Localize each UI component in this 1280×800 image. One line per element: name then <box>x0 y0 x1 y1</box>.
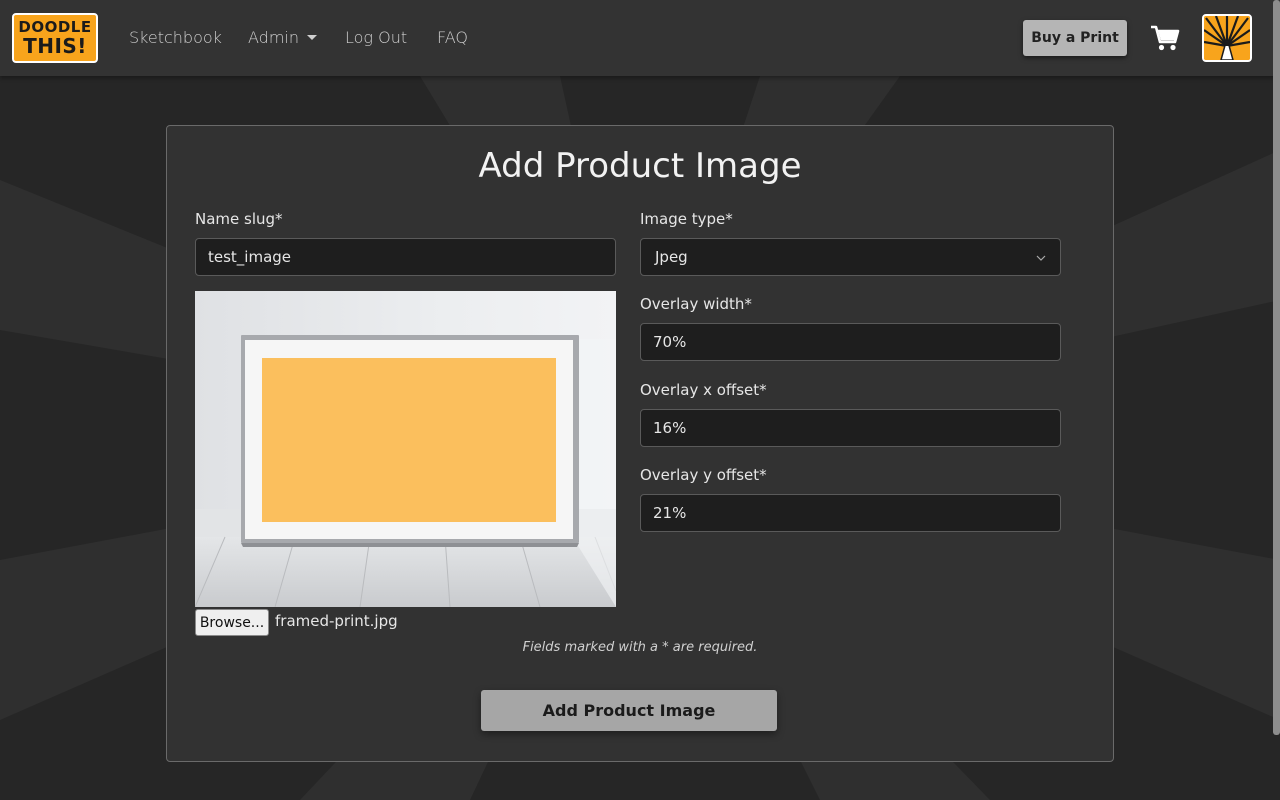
image-type-label: Image type* <box>640 210 733 228</box>
user-avatar[interactable] <box>1202 14 1252 62</box>
nav-faq[interactable]: FAQ <box>437 28 468 47</box>
image-type-select[interactable]: Jpeg <box>640 238 1061 276</box>
name-slug-input[interactable]: test_image <box>195 238 616 276</box>
image-type-value: Jpeg <box>655 248 688 266</box>
top-navbar: DOODLE THIS! Sketchbook Admin Log Out FA… <box>0 0 1280 76</box>
overlay-x-offset-input[interactable]: 16% <box>640 409 1061 447</box>
nav-admin-dropdown[interactable]: Admin <box>248 28 317 47</box>
nav-sketchbook[interactable]: Sketchbook <box>129 28 222 47</box>
selected-file-name: framed-print.jpg <box>275 612 398 630</box>
framed-print-photo <box>195 291 616 607</box>
brand-line-1: DOODLE <box>18 18 92 36</box>
sunburst-pencil-logo <box>1204 16 1250 60</box>
nav-admin-label: Admin <box>248 28 299 47</box>
add-product-image-card: Add Product Image Name slug* test_image … <box>166 125 1114 762</box>
required-fields-note: Fields marked with a * are required. <box>522 640 758 655</box>
add-product-image-button[interactable]: Add Product Image <box>481 690 777 731</box>
brand-line-2: THIS! <box>23 34 87 58</box>
overlay-width-label: Overlay width* <box>640 295 752 313</box>
name-slug-label: Name slug* <box>195 210 283 228</box>
nav-logout[interactable]: Log Out <box>345 28 407 47</box>
shopping-cart-icon[interactable] <box>1150 24 1180 52</box>
page-scrollbar[interactable] <box>1273 0 1280 735</box>
page-title: Add Product Image <box>478 146 802 186</box>
overlay-x-offset-label: Overlay x offset* <box>640 381 767 399</box>
buy-print-button[interactable]: Buy a Print <box>1023 20 1127 56</box>
product-image-preview <box>195 291 616 607</box>
overlay-width-input[interactable]: 70% <box>640 323 1061 361</box>
chevron-down-icon <box>1036 255 1046 261</box>
caret-down-icon <box>307 35 317 40</box>
browse-file-button[interactable]: Browse... <box>195 609 269 636</box>
overlay-y-offset-input[interactable]: 21% <box>640 494 1061 532</box>
brand-logo[interactable]: DOODLE THIS! <box>12 13 98 63</box>
overlay-y-offset-label: Overlay y offset* <box>640 466 767 484</box>
